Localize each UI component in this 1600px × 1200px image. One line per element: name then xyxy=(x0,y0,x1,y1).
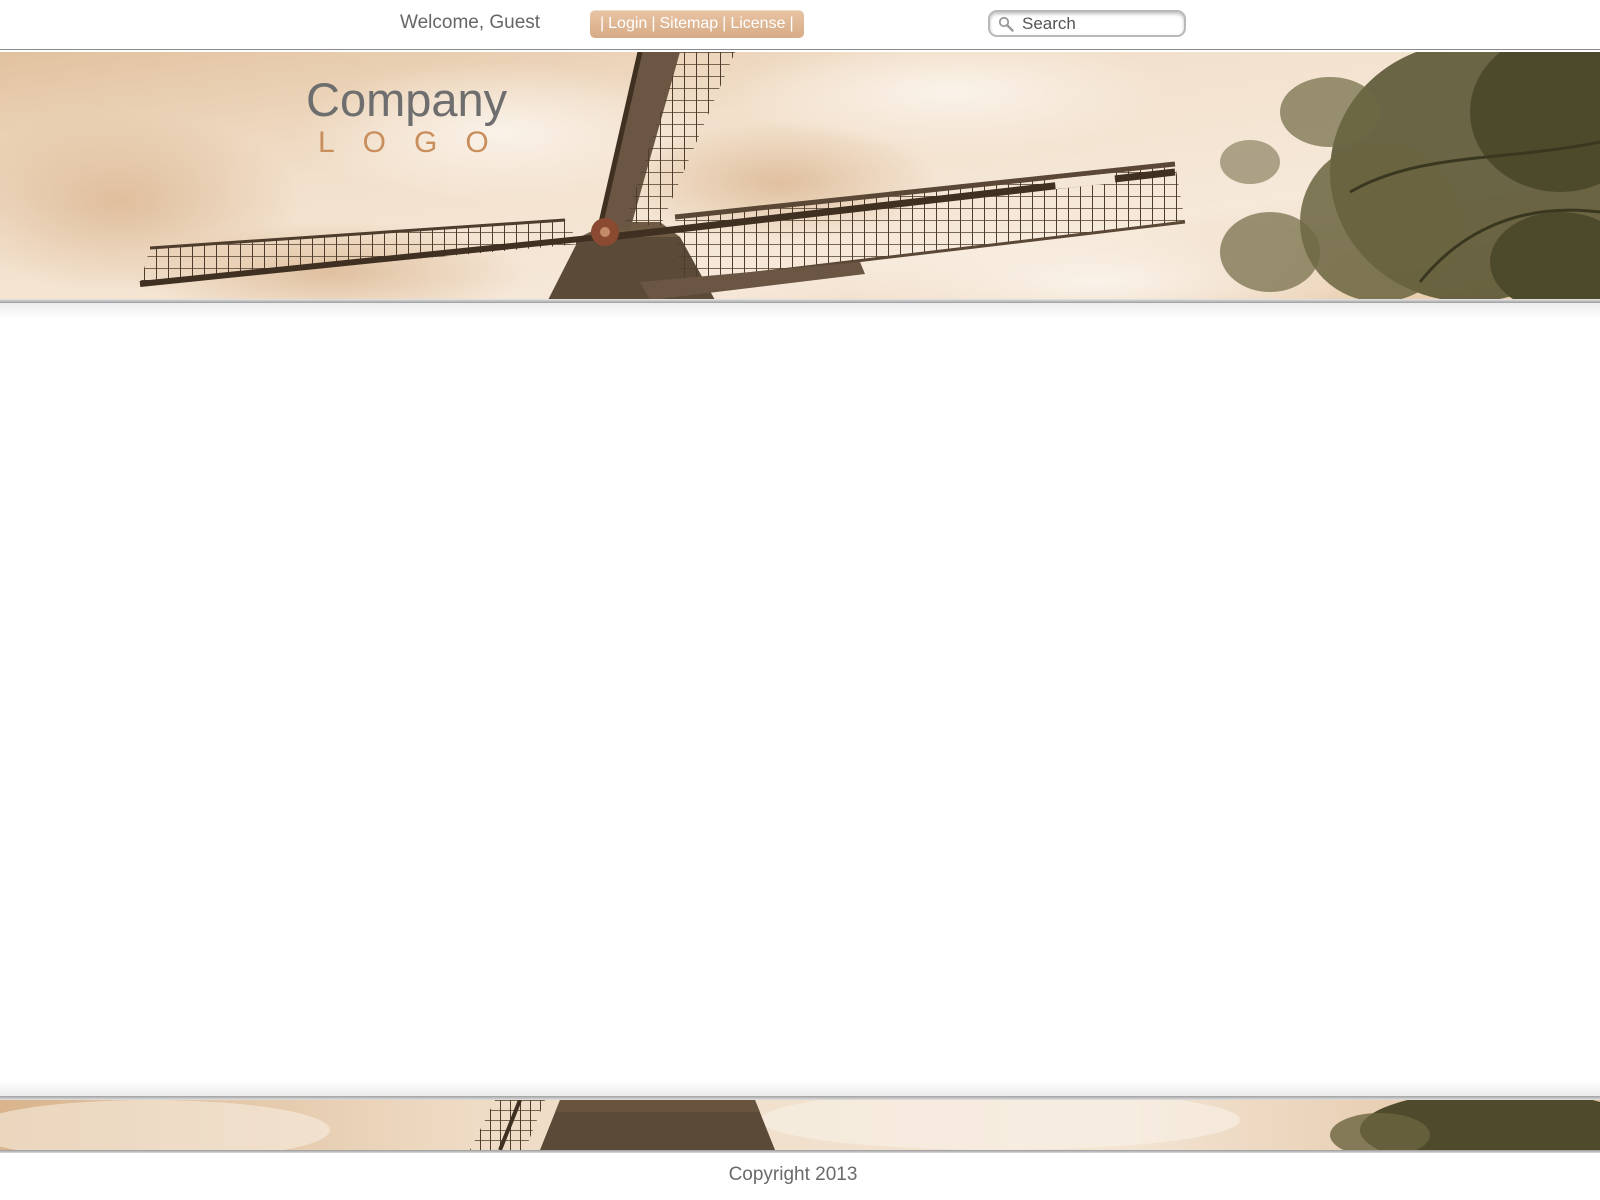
logo-sub-text: LOGO xyxy=(318,126,517,159)
license-link[interactable]: License xyxy=(730,15,785,33)
copyright-text: Copyright 2013 xyxy=(728,1164,858,1185)
search-input[interactable] xyxy=(1022,13,1178,35)
page: Welcome, Guest | Login | Sitemap | Licen… xyxy=(0,0,1600,1200)
nav-separator: | xyxy=(722,15,727,32)
footer-banner xyxy=(0,1100,1600,1150)
sitemap-link[interactable]: Sitemap xyxy=(659,15,718,33)
nav-separator: | xyxy=(651,15,656,32)
search-icon xyxy=(998,16,1014,32)
top-bar: Welcome, Guest | Login | Sitemap | Licen… xyxy=(0,0,1600,50)
footer-shadow xyxy=(0,1080,1600,1096)
login-link[interactable]: Login xyxy=(608,15,647,33)
windmill-banner-image xyxy=(0,52,1600,300)
search-box[interactable] xyxy=(988,10,1186,37)
welcome-message: Welcome, Guest xyxy=(400,12,541,33)
nav-separator: | xyxy=(789,15,794,32)
logo-company-text: Company xyxy=(306,73,508,126)
nav-separator: | xyxy=(600,15,605,32)
header-shadow xyxy=(0,303,1600,319)
main-content xyxy=(0,320,1600,1080)
top-nav-links: | Login | Sitemap | License | xyxy=(590,10,804,38)
windmill-footer-image xyxy=(0,1100,1600,1150)
footer-divider-bottom xyxy=(0,1150,1600,1153)
header-banner xyxy=(0,52,1600,300)
